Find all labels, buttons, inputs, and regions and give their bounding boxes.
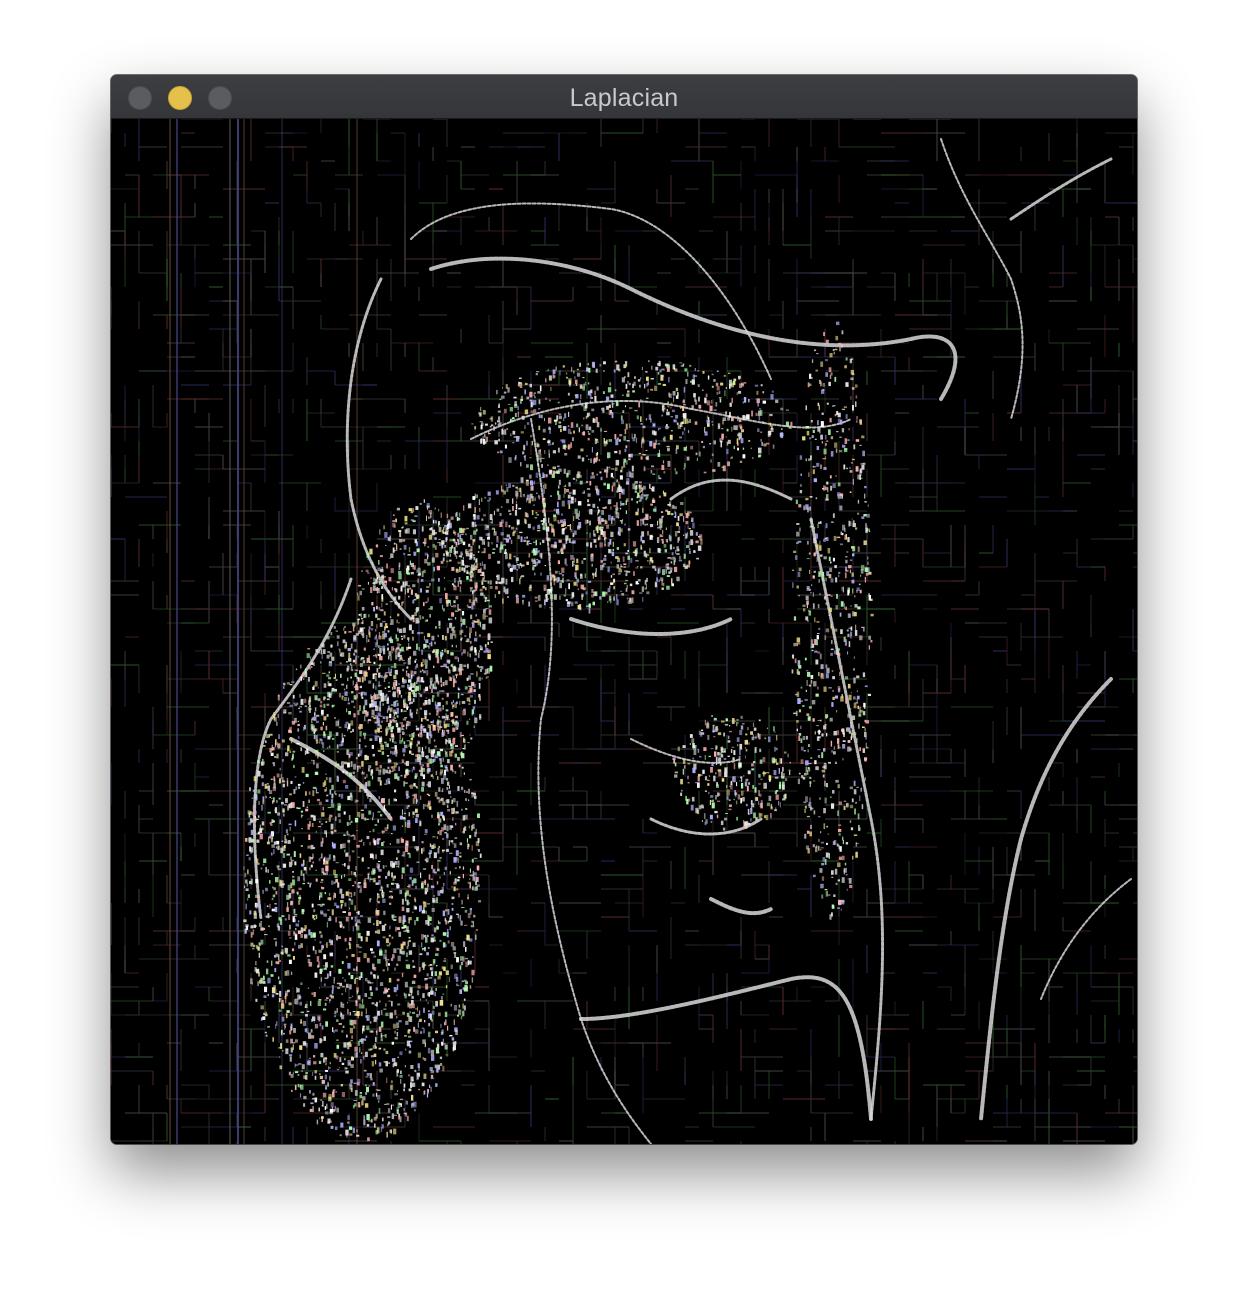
title-bar[interactable]: Laplacian xyxy=(111,75,1137,119)
app-window: Laplacian xyxy=(111,75,1137,1144)
laplacian-image xyxy=(111,119,1137,1144)
window-title: Laplacian xyxy=(569,84,679,112)
image-view xyxy=(111,119,1137,1144)
